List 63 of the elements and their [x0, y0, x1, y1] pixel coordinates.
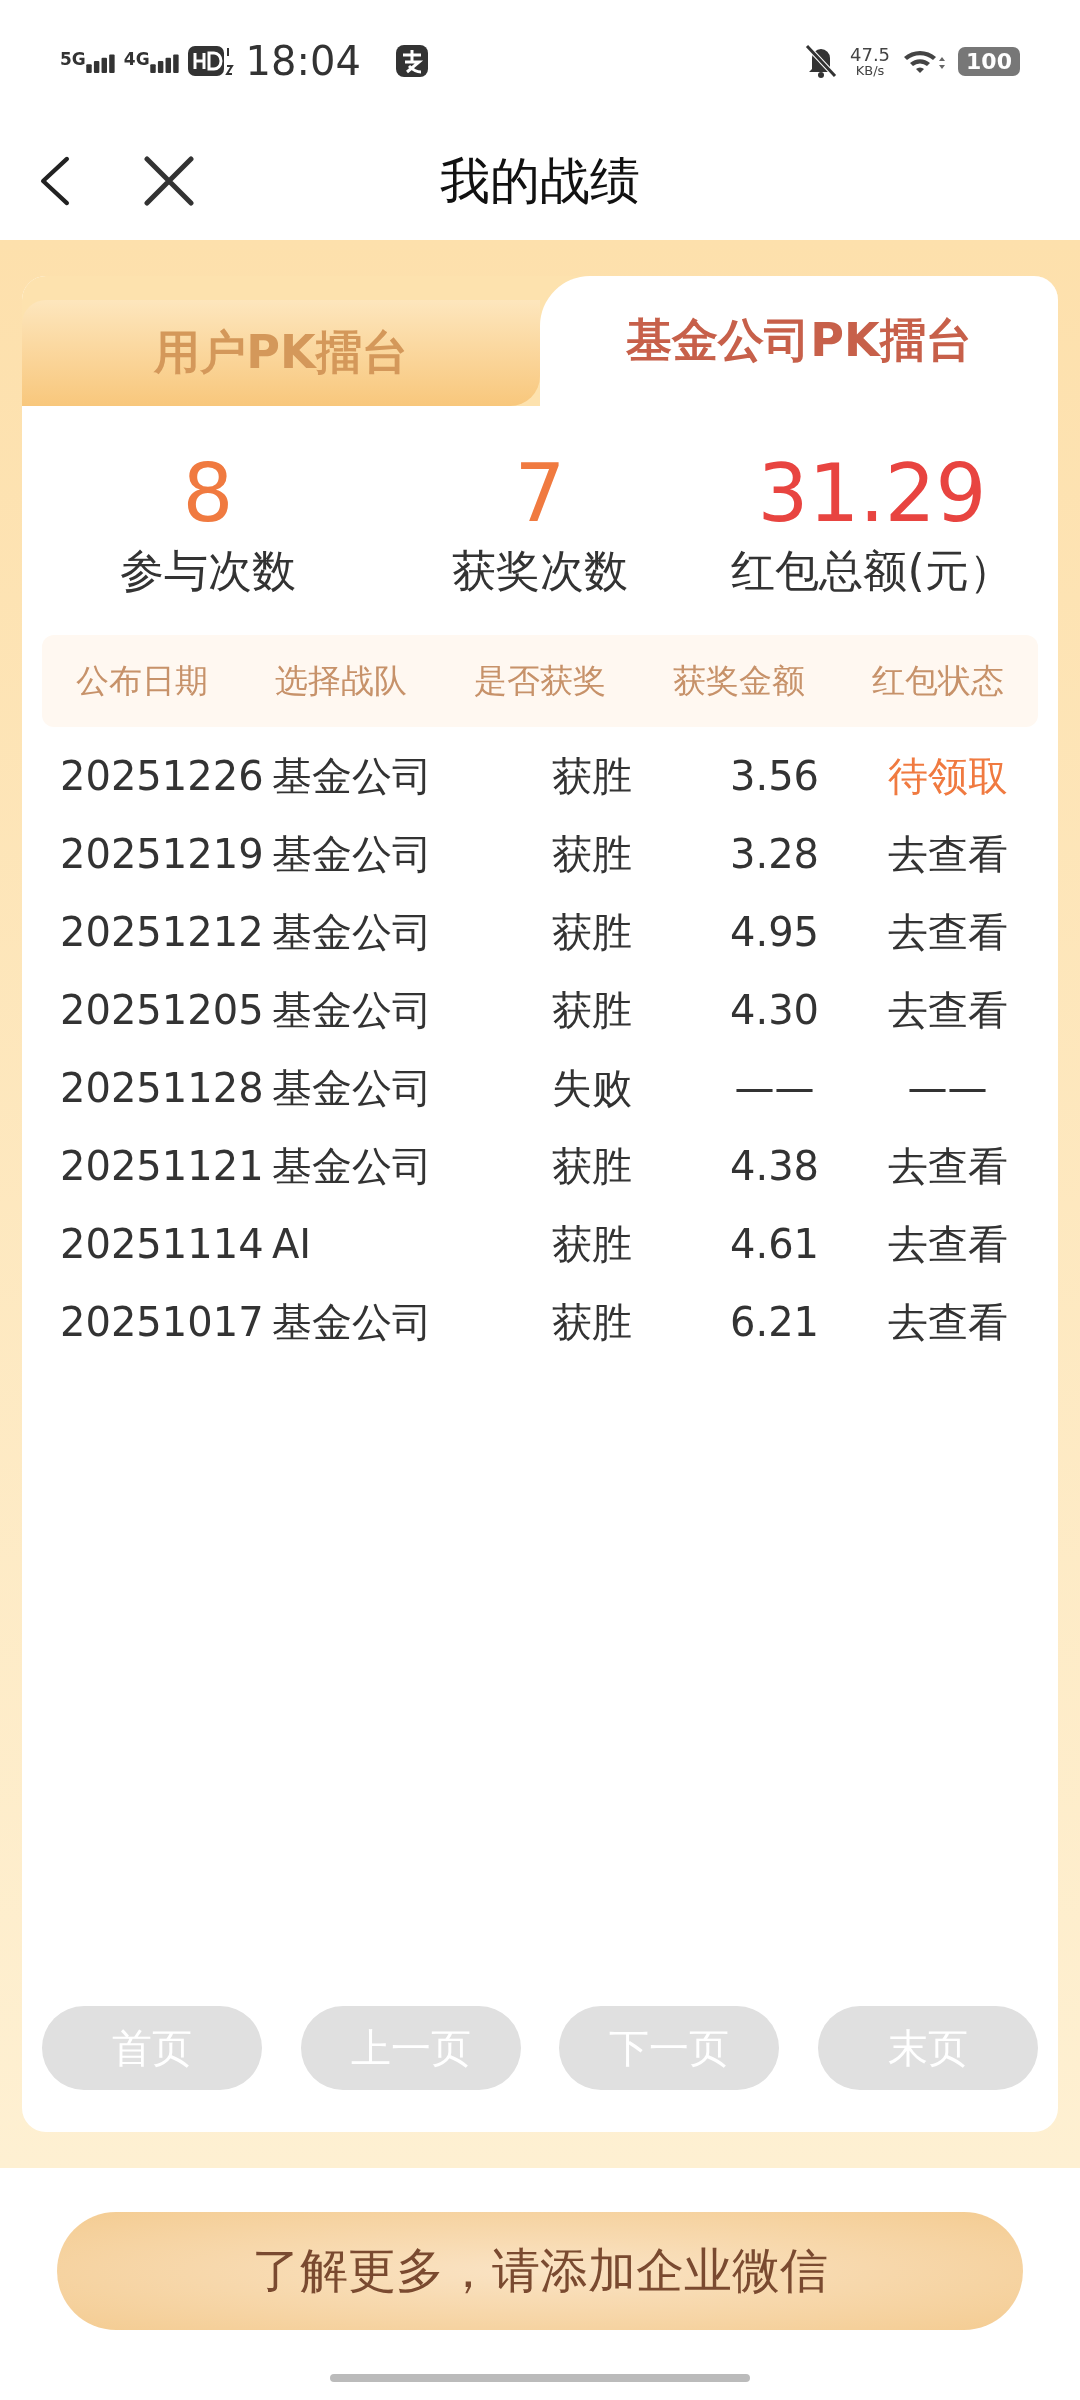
date-cell-text: 20251121: [59, 1143, 265, 1189]
team-cell-text: 基金公司: [272, 907, 433, 957]
team-cell-text: 基金公司: [272, 829, 433, 879]
column-header: 获奖金额: [672, 659, 807, 702]
team-cell-text: 基金公司: [272, 1297, 433, 1347]
date-cell-text: 20251114: [59, 1221, 265, 1267]
result-cell-text: 获胜: [551, 985, 633, 1035]
status-link[interactable]: 去查看: [857, 826, 1038, 882]
network-speed: 47.5: [850, 45, 891, 64]
status-link[interactable]: 去查看: [857, 982, 1038, 1038]
page-title: 我的战绩: [439, 150, 641, 212]
stat-value: 31.29: [757, 446, 987, 542]
column-header: 公布日期: [74, 659, 209, 702]
result-cell-text: 获胜: [551, 1141, 633, 1191]
status-link[interactable]: 去查看: [857, 1216, 1038, 1272]
date-cell-text: 20251205: [59, 987, 265, 1033]
result-cell-text: 获胜: [551, 1219, 633, 1269]
result-cell-text: 获胜: [551, 1297, 633, 1347]
result-cell-text: 失败: [551, 1063, 633, 1113]
battery-level: 100: [966, 48, 1012, 74]
date-cell-text: 20251226: [59, 753, 265, 799]
date-cell-text: 20251128: [59, 1065, 265, 1111]
stat-value: 8: [182, 446, 234, 542]
result-cell-text: 获胜: [551, 751, 633, 801]
team-cell-text: 基金公司: [272, 1141, 433, 1191]
stat-label: 参与次数: [120, 544, 296, 598]
network-label: 4G: [123, 49, 150, 69]
amount-cell-text: 3.56: [728, 753, 821, 799]
column-header: 是否获奖: [473, 659, 607, 702]
status-link[interactable]: 去查看: [857, 1138, 1038, 1194]
app-notification-icon: [394, 44, 429, 78]
amount-cell-text: 4.30: [728, 987, 821, 1033]
team-cell-text: 基金公司: [272, 1063, 433, 1113]
date-cell-text: 20251017: [59, 1299, 265, 1345]
date-cell-text: 20251219: [59, 831, 265, 877]
amount-cell-text: 6.21: [728, 1299, 821, 1345]
status-link[interactable]: 去查看: [857, 904, 1038, 960]
amount-cell-text: 4.38: [728, 1143, 821, 1189]
tab[interactable]: 基金公司PK擂台: [540, 276, 1058, 406]
speed-unit: KB/s: [855, 63, 885, 77]
stat-label: 红包总额(元）: [731, 544, 1013, 598]
network-label: 5G: [60, 49, 86, 69]
team-cell-text: 基金公司: [272, 751, 433, 801]
close-icon[interactable]: [144, 156, 194, 206]
column-header: 选择战队: [273, 659, 408, 702]
amount-cell-text: ——: [733, 1065, 816, 1111]
amount-cell-text: 3.28: [728, 831, 821, 877]
status-link[interactable]: ——: [857, 1065, 1038, 1111]
muted-bell-icon: [804, 43, 838, 79]
stat-value: 7: [514, 446, 566, 542]
status-link[interactable]: 去查看: [857, 1294, 1038, 1350]
result-cell-text: 获胜: [551, 829, 633, 879]
hd-icon: [187, 44, 234, 78]
column-header: 红包状态: [871, 659, 1006, 702]
date-cell-text: 20251212: [59, 909, 265, 955]
team-cell-text: AI: [272, 1221, 313, 1267]
stat-label: 获奖次数: [452, 544, 628, 598]
amount-cell-text: 4.95: [728, 909, 821, 955]
amount-cell-text: 4.61: [728, 1221, 821, 1267]
add-wechat-button[interactable]: 了解更多，请添加企业微信: [57, 2212, 1023, 2330]
team-cell-text: 基金公司: [272, 985, 433, 1035]
result-cell-text: 获胜: [551, 907, 633, 957]
clock-time: 18:04: [245, 38, 361, 84]
